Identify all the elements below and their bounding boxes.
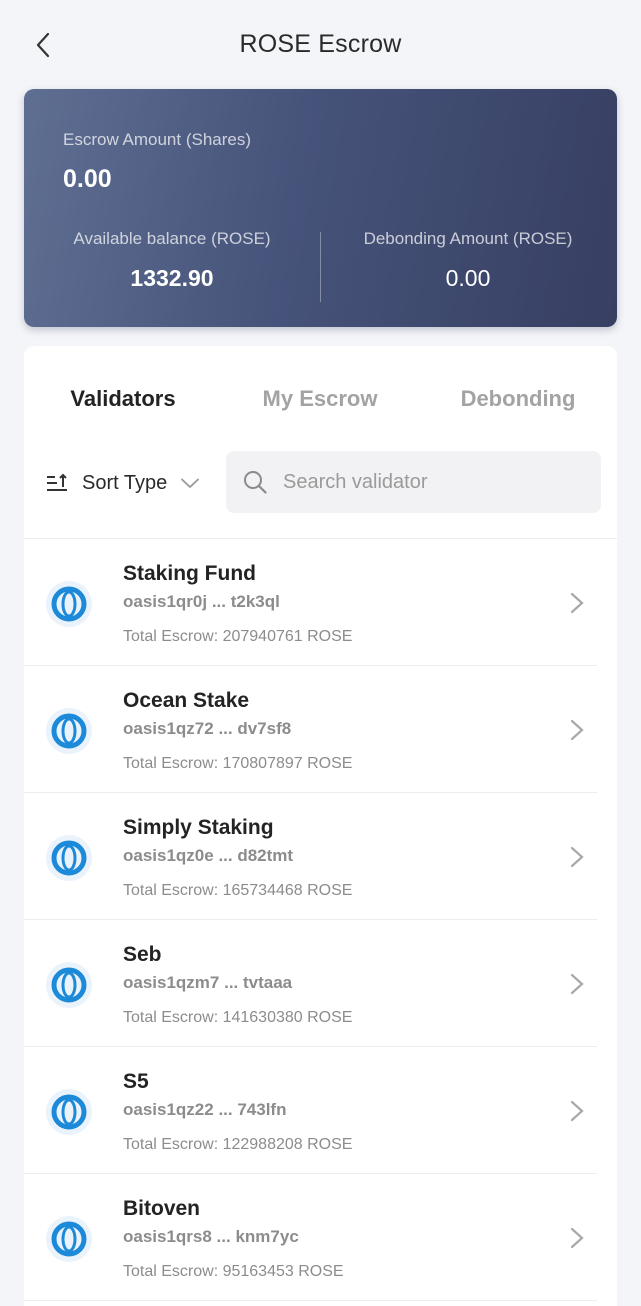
validator-address: oasis1qrs8 ... knm7yc	[123, 1227, 299, 1246]
validator-address: oasis1qz0e ... d82tmt	[123, 846, 294, 865]
validator-total-escrow: Total Escrow: 141630380 ROSE	[123, 1009, 353, 1026]
validator-row[interactable]: Bitoven oasis1qrs8 ... knm7yc Total Escr…	[24, 1174, 617, 1301]
search-box[interactable]	[226, 451, 601, 513]
validator-name: Simply Staking	[123, 816, 274, 839]
app-header: ROSE Escrow	[0, 0, 641, 90]
validator-address: oasis1qz72 ... dv7sf8	[123, 719, 292, 738]
debonding-amount-label: Debonding Amount (ROSE)	[363, 229, 573, 248]
page-title: ROSE Escrow	[239, 30, 402, 58]
validator-name: Staking Fund	[123, 562, 256, 585]
oasis-logo-icon	[46, 708, 92, 754]
tab-validators[interactable]: Validators	[24, 386, 222, 412]
validator-address: oasis1qzm7 ... tvtaaa	[123, 973, 293, 992]
oasis-logo-icon	[46, 1216, 92, 1262]
chevron-right-icon	[570, 846, 584, 868]
validator-address: oasis1qr0j ... t2k3ql	[123, 592, 280, 611]
chevron-right-icon	[570, 1100, 584, 1122]
sort-type-dropdown[interactable]: Sort Type	[46, 450, 216, 516]
validator-list: Staking Fund oasis1qr0j ... t2k3ql Total…	[24, 539, 617, 1301]
validator-row[interactable]: Staking Fund oasis1qr0j ... t2k3ql Total…	[24, 539, 617, 666]
validator-address: oasis1qz22 ... 743lfn	[123, 1100, 287, 1119]
chevron-right-icon	[570, 973, 584, 995]
validator-name: S5	[123, 1070, 149, 1093]
escrow-amount-value: 0.00	[63, 165, 112, 193]
chevron-right-icon	[570, 1227, 584, 1249]
validator-name: Ocean Stake	[123, 689, 250, 712]
search-icon	[244, 471, 267, 494]
validator-row[interactable]: Seb oasis1qzm7 ... tvtaaa Total Escrow: …	[24, 920, 617, 1047]
oasis-logo-icon	[46, 835, 92, 881]
oasis-logo-icon	[46, 1089, 92, 1135]
available-balance: Available balance (ROSE) 1332.90	[24, 229, 320, 292]
sort-type-label: Sort Type	[82, 471, 168, 494]
validator-row[interactable]: Simply Staking oasis1qz0e ... d82tmt Tot…	[24, 793, 617, 920]
debonding-amount-value: 0.00	[445, 265, 491, 291]
validator-name: Bitoven	[123, 1197, 201, 1220]
oasis-logo-icon	[46, 962, 92, 1008]
chevron-right-icon	[570, 719, 584, 741]
tab-my-escrow[interactable]: My Escrow	[221, 386, 419, 412]
sort-icon	[47, 473, 67, 491]
validator-row[interactable]: S5 oasis1qz22 ... 743lfn Total Escrow: 1…	[24, 1047, 617, 1174]
escrow-summary-card: Escrow Amount (Shares) 0.00 Available ba…	[24, 89, 617, 327]
debonding-amount: Debonding Amount (ROSE) 0.00	[320, 229, 616, 292]
validator-total-escrow: Total Escrow: 95163453 ROSE	[123, 1263, 344, 1280]
validator-name: Seb	[123, 943, 162, 966]
available-balance-value: 1332.90	[130, 265, 214, 291]
search-validator-input[interactable]	[283, 470, 583, 494]
chevron-right-icon	[570, 592, 584, 614]
chevron-down-icon	[181, 478, 200, 488]
tab-bar: Validators My Escrow Debonding	[24, 386, 617, 426]
validator-total-escrow: Total Escrow: 122988208 ROSE	[123, 1136, 353, 1153]
validator-total-escrow: Total Escrow: 170807897 ROSE	[123, 755, 353, 772]
tab-debonding[interactable]: Debonding	[419, 386, 617, 412]
validator-total-escrow: Total Escrow: 207940761 ROSE	[123, 628, 353, 645]
validator-total-escrow: Total Escrow: 165734468 ROSE	[123, 882, 353, 899]
oasis-logo-icon	[46, 581, 92, 627]
escrow-amount-label: Escrow Amount (Shares)	[63, 130, 252, 149]
validator-row[interactable]: Ocean Stake oasis1qz72 ... dv7sf8 Total …	[24, 666, 617, 793]
validators-panel: Validators My Escrow Debonding Sort Type	[24, 346, 617, 1306]
available-balance-label: Available balance (ROSE)	[73, 229, 271, 248]
